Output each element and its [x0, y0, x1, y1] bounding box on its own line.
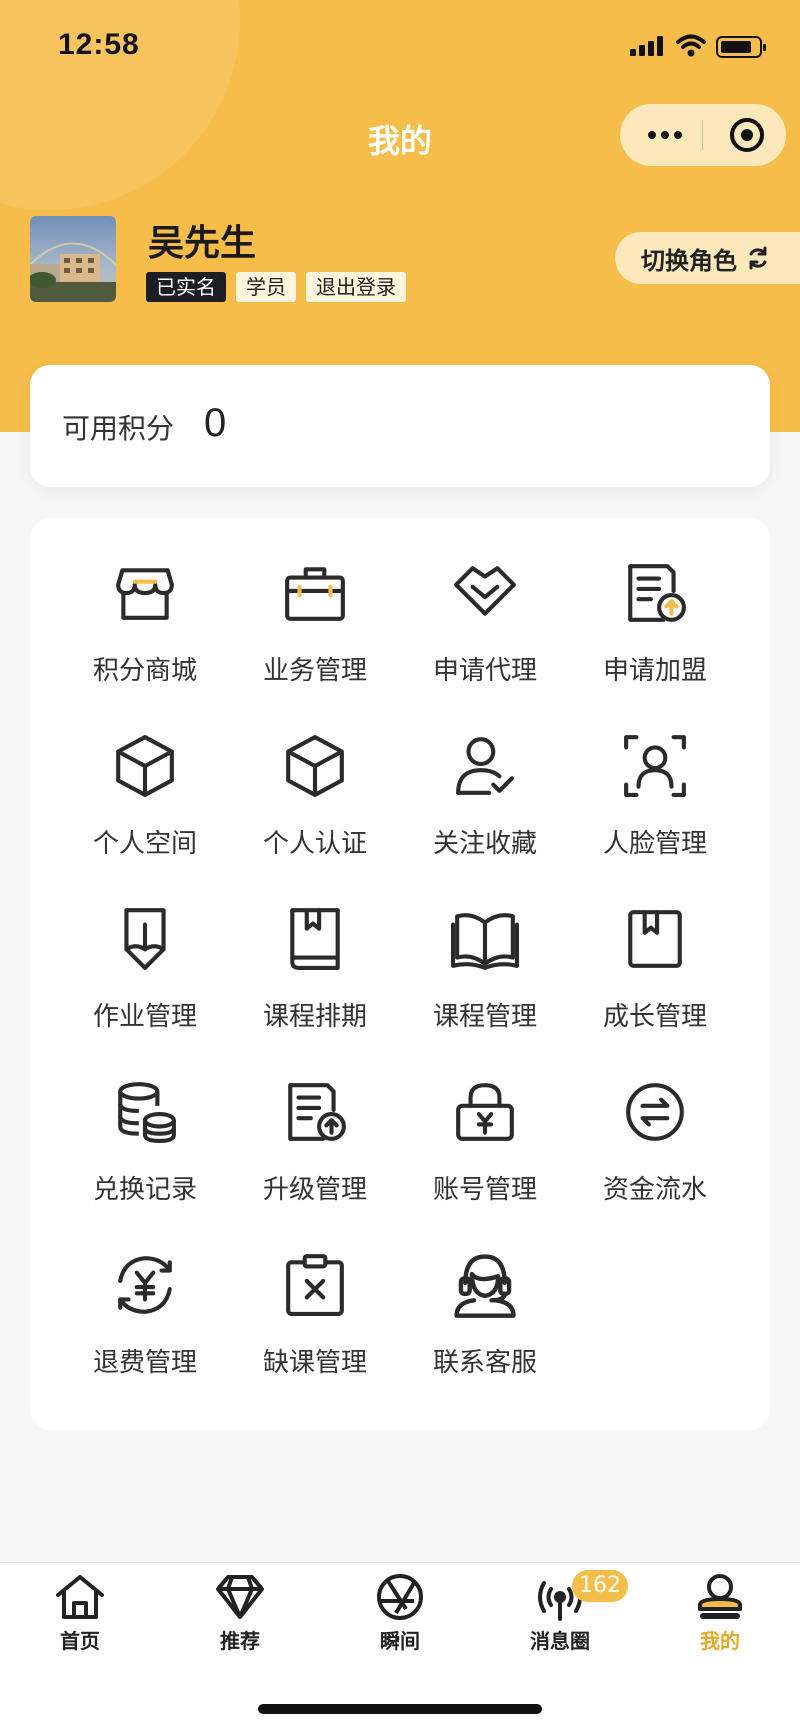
- menu-item-label: 成长管理: [602, 1002, 707, 1032]
- menu-item-account-management[interactable]: 账号管理: [400, 1077, 570, 1250]
- menu-item-label: 个人认证: [262, 829, 367, 859]
- capsule-divider: [702, 120, 703, 150]
- switch-role-label: 切换角色: [641, 246, 737, 275]
- exchange-circle-icon: [620, 1077, 690, 1147]
- refund-yuan-icon: [110, 1250, 180, 1320]
- menu-item-points-mall[interactable]: 积分商城: [60, 558, 230, 731]
- face-scan-icon: [620, 731, 690, 801]
- close-button[interactable]: [730, 118, 764, 152]
- menu-item-fund-flow[interactable]: 资金流水: [570, 1077, 740, 1250]
- switch-role-button[interactable]: 切换角色: [615, 232, 800, 284]
- clipboard-x-icon: [280, 1250, 350, 1320]
- diamond-icon: [216, 1575, 264, 1619]
- verified-badge: 已实名: [146, 272, 226, 302]
- coins-stack-icon: [110, 1077, 180, 1147]
- menu-item-course-management[interactable]: 课程管理: [400, 904, 570, 1077]
- customer-service-icon: [450, 1250, 520, 1320]
- menu-item-label: 积分商城: [92, 656, 197, 686]
- menu-item-label: 作业管理: [92, 1002, 197, 1032]
- menu-item-label: 联系客服: [432, 1348, 537, 1378]
- cube-icon: [280, 731, 350, 801]
- points-label: 可用积分: [62, 412, 175, 445]
- open-book-icon: [450, 904, 520, 974]
- tab-label: 首页: [60, 1629, 100, 1653]
- briefcase-icon: [280, 558, 350, 628]
- wifi-icon: [676, 34, 706, 57]
- menu-item-label: 申请加盟: [602, 656, 707, 686]
- bookmark-box-icon: [620, 904, 690, 974]
- refresh-icon: [749, 246, 767, 270]
- battery-icon: [716, 36, 766, 58]
- menu-item-label: 兑换记录: [92, 1175, 197, 1205]
- pencil-icon: [110, 904, 180, 974]
- tab-label: 我的: [700, 1629, 740, 1653]
- menu-item-personal-verification[interactable]: 个人认证: [230, 731, 400, 904]
- menu-item-label: 升级管理: [262, 1175, 367, 1205]
- menu-item-label: 账号管理: [432, 1175, 537, 1205]
- menu-item-label: 退费管理: [92, 1348, 197, 1378]
- document-upload-icon: [620, 558, 690, 628]
- menu-item-homework-management[interactable]: 作业管理: [60, 904, 230, 1077]
- tab-moments[interactable]: 瞬间: [340, 1573, 460, 1654]
- menu-item-apply-franchise[interactable]: 申请加盟: [570, 558, 740, 731]
- notification-badge: 162: [572, 1570, 628, 1602]
- status-bar: 12:58: [0, 0, 800, 96]
- home-indicator: [258, 1704, 542, 1714]
- shop-icon: [110, 558, 180, 628]
- more-button[interactable]: [642, 122, 688, 148]
- tab-mine[interactable]: 我的: [660, 1573, 780, 1654]
- menu-item-label: 人脸管理: [602, 829, 707, 859]
- menu-item-growth-management[interactable]: 成长管理: [570, 904, 740, 1077]
- menu-item-customer-service[interactable]: 联系客服: [400, 1250, 570, 1423]
- menu-item-favorites[interactable]: 关注收藏: [400, 731, 570, 904]
- menu-item-label: 关注收藏: [432, 829, 537, 859]
- tab-label: 瞬间: [380, 1629, 420, 1653]
- menu-item-course-schedule[interactable]: 课程排期: [230, 904, 400, 1077]
- aperture-icon: [377, 1574, 423, 1620]
- diamond-heart-icon: [450, 558, 520, 628]
- role-badge: 学员: [236, 272, 296, 302]
- menu-item-label: 业务管理: [262, 656, 367, 686]
- document-upload-icon: [280, 1077, 350, 1147]
- avatar[interactable]: [30, 216, 116, 302]
- function-grid: 积分商城 业务管理 申请代理 申请加盟 个人空间 个人认证 关注收藏 人脸管理 …: [60, 558, 740, 1423]
- menu-item-upgrade-management[interactable]: 升级管理: [230, 1077, 400, 1250]
- tab-label: 消息圈: [530, 1629, 590, 1653]
- mini-program-capsule: [620, 104, 786, 166]
- menu-item-absence-management[interactable]: 缺课管理: [230, 1250, 400, 1423]
- menu-item-face-management[interactable]: 人脸管理: [570, 731, 740, 904]
- menu-item-label: 资金流水: [602, 1175, 707, 1205]
- points-value: 0: [204, 401, 227, 445]
- user-name: 吴先生: [148, 223, 257, 264]
- user-icon: [698, 1574, 742, 1619]
- tab-label: 推荐: [220, 1629, 260, 1653]
- menu-item-label: 缺课管理: [262, 1348, 367, 1378]
- points-card[interactable]: 可用积分 0: [30, 365, 770, 487]
- tab-home[interactable]: 首页: [20, 1573, 140, 1654]
- menu-item-label: 个人空间: [92, 829, 197, 859]
- menu-item-label: 申请代理: [432, 656, 537, 686]
- menu-item-exchange-records[interactable]: 兑换记录: [60, 1077, 230, 1250]
- menu-item-apply-agent[interactable]: 申请代理: [400, 558, 570, 731]
- cube-icon: [110, 731, 180, 801]
- status-time: 12:58: [58, 28, 140, 61]
- tab-recommend[interactable]: 推荐: [180, 1573, 300, 1654]
- home-icon: [56, 1575, 104, 1619]
- logout-button[interactable]: 退出登录: [306, 272, 406, 302]
- menu-item-label: 课程管理: [432, 1002, 537, 1032]
- menu-item-personal-space[interactable]: 个人空间: [60, 731, 230, 904]
- function-grid-card: 积分商城 业务管理 申请代理 申请加盟 个人空间 个人认证 关注收藏 人脸管理 …: [30, 518, 770, 1430]
- signal-icon: [630, 36, 664, 56]
- book-bookmark-icon: [280, 904, 350, 974]
- user-check-icon: [450, 731, 520, 801]
- menu-item-label: 课程排期: [262, 1002, 367, 1032]
- lock-yuan-icon: [450, 1077, 520, 1147]
- user-tags: 已实名 学员 退出登录: [146, 272, 406, 302]
- menu-item-business-management[interactable]: 业务管理: [230, 558, 400, 731]
- menu-item-refund-management[interactable]: 退费管理: [60, 1250, 230, 1423]
